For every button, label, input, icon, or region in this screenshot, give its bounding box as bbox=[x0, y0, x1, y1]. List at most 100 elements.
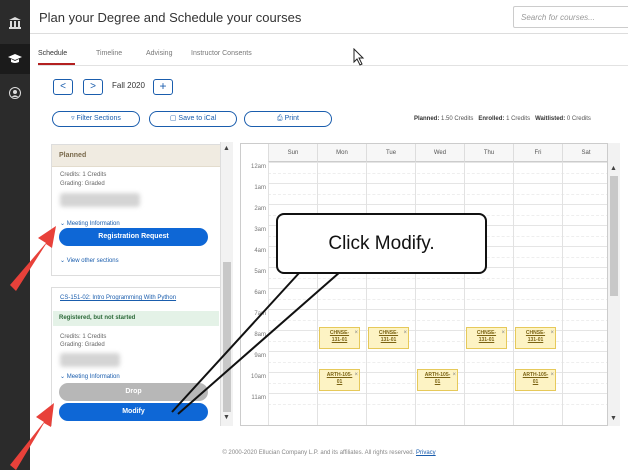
event-course-code: CHNSE- bbox=[476, 330, 497, 336]
scrollbar-thumb[interactable] bbox=[610, 176, 618, 296]
course-meeting-info-label: Meeting Information bbox=[66, 374, 120, 380]
redacted-info bbox=[60, 353, 120, 367]
calendar-event[interactable]: ARTH-105- 01 × bbox=[319, 369, 360, 391]
schedule-calendar: Sun Mon Tue Wed Thu Fri Sat 12am 1am 2am 3a… bbox=[240, 143, 608, 426]
event-section: 131-01 bbox=[331, 337, 348, 343]
tab-advising[interactable]: Advising bbox=[146, 50, 172, 57]
day-gridline bbox=[415, 162, 416, 425]
planned-credits-value: 1.50 Credits bbox=[441, 116, 474, 122]
scroll-up-arrow[interactable]: ▲ bbox=[223, 145, 230, 152]
hour-label: 8am bbox=[254, 332, 266, 338]
day-gridline bbox=[464, 162, 465, 425]
hour-label: 10am bbox=[250, 374, 266, 380]
scroll-up-arrow[interactable]: ▲ bbox=[610, 165, 617, 172]
registered-course-card: CS-151-02: Intro Programming With Python… bbox=[51, 287, 220, 426]
day-header-fri: Fri bbox=[513, 144, 562, 162]
half-hour-gridline bbox=[268, 298, 607, 300]
planned-credits-label: Planned: bbox=[414, 116, 440, 122]
planned-meeting-info-label: Meeting Information bbox=[66, 221, 120, 227]
event-section: 01 bbox=[532, 379, 539, 385]
registration-status: Registered, but not started bbox=[53, 311, 219, 326]
hour-gridline bbox=[268, 288, 607, 289]
event-course-code: CHNSE- bbox=[525, 330, 546, 336]
enrolled-credits-value: 1 Credits bbox=[506, 116, 531, 122]
left-nav-rail bbox=[0, 0, 30, 470]
view-other-sections-link[interactable]: ⌄ View other sections bbox=[60, 257, 119, 264]
enrolled-credits-label: Enrolled: bbox=[478, 116, 505, 122]
half-hour-gridline bbox=[268, 172, 607, 174]
graduation-cap-icon[interactable] bbox=[6, 50, 24, 68]
tab-timeline[interactable]: Timeline bbox=[96, 50, 122, 57]
scroll-down-arrow[interactable]: ▼ bbox=[223, 414, 230, 421]
print-label: Print bbox=[284, 115, 299, 122]
filter-icon: ▿ bbox=[71, 115, 75, 122]
chevron-down-icon: ⌄ bbox=[60, 221, 66, 227]
chevron-down-icon: ⌄ bbox=[60, 374, 66, 380]
calendar-event[interactable]: CHNSE- 131-01 × bbox=[319, 327, 360, 349]
page-header: Plan your Degree and Schedule your cours… bbox=[30, 0, 628, 34]
redacted-info bbox=[60, 193, 140, 207]
calendar-scrollbar[interactable]: ▲ ▼ bbox=[608, 143, 620, 426]
course-list-panel: Planned Credits: 1 Credits Grading: Grad… bbox=[49, 142, 221, 426]
remove-event-icon[interactable]: × bbox=[354, 372, 358, 379]
user-icon[interactable] bbox=[6, 84, 24, 102]
course-meeting-info-toggle[interactable]: ⌄ Meeting Information bbox=[60, 373, 120, 380]
privacy-link[interactable]: Privacy bbox=[416, 450, 436, 456]
page-footer: © 2000-2020 Ellucian Company L.P. and it… bbox=[30, 450, 628, 456]
hour-gridline bbox=[268, 351, 607, 352]
calendar-event[interactable]: CHNSE- 131-01 × bbox=[515, 327, 556, 349]
hour-gridline bbox=[268, 162, 607, 163]
remove-event-icon[interactable]: × bbox=[403, 330, 407, 337]
scrollbar-thumb[interactable] bbox=[223, 262, 231, 412]
remove-event-icon[interactable]: × bbox=[354, 330, 358, 337]
course-title-link[interactable]: CS-151-02: Intro Programming With Python bbox=[60, 295, 176, 301]
add-term-button[interactable]: + bbox=[153, 79, 173, 95]
hour-label: 5am bbox=[254, 269, 266, 275]
page-title: Plan your Degree and Schedule your cours… bbox=[39, 10, 302, 25]
event-section: 131-01 bbox=[380, 337, 397, 343]
hour-label: 3am bbox=[254, 227, 266, 233]
registration-request-button[interactable]: Registration Request bbox=[59, 228, 208, 246]
event-course-code: CHNSE- bbox=[378, 330, 399, 336]
hour-label: 12am bbox=[250, 164, 266, 170]
tab-schedule[interactable]: Schedule bbox=[38, 50, 67, 57]
tab-instructor-consents[interactable]: Instructor Consents bbox=[191, 50, 252, 57]
planned-meeting-info-toggle[interactable]: ⌄ Meeting Information bbox=[60, 220, 120, 227]
remove-event-icon[interactable]: × bbox=[501, 330, 505, 337]
hour-label: 9am bbox=[254, 353, 266, 359]
planned-status-header: Planned bbox=[52, 145, 220, 167]
day-header-thu: Thu bbox=[464, 144, 513, 162]
filter-sections-button[interactable]: ▿ Filter Sections bbox=[52, 111, 140, 127]
day-header-mon: Mon bbox=[317, 144, 366, 162]
calendar-event[interactable]: CHNSE- 131-01 × bbox=[368, 327, 409, 349]
drop-button[interactable]: Drop bbox=[59, 383, 208, 401]
day-header-tue: Tue bbox=[366, 144, 415, 162]
remove-event-icon[interactable]: × bbox=[452, 372, 456, 379]
calendar-event[interactable]: CHNSE- 131-01 × bbox=[466, 327, 507, 349]
calendar-event[interactable]: ARTH-105- 01 × bbox=[417, 369, 458, 391]
event-section: 01 bbox=[336, 379, 343, 385]
bank-icon[interactable] bbox=[6, 14, 24, 32]
scroll-down-arrow[interactable]: ▼ bbox=[610, 415, 617, 422]
prev-term-button[interactable]: < bbox=[53, 79, 73, 95]
modify-button[interactable]: Modify bbox=[59, 403, 208, 421]
hour-label: 7am bbox=[254, 311, 266, 317]
course-panel-scrollbar[interactable]: ▲ ▼ bbox=[221, 142, 233, 426]
print-button[interactable]: ⎙ Print bbox=[244, 111, 332, 127]
day-gridline bbox=[513, 162, 514, 425]
save-to-ical-button[interactable]: ▢ Save to iCal bbox=[149, 111, 237, 127]
next-term-button[interactable]: > bbox=[83, 79, 103, 95]
remove-event-icon[interactable]: × bbox=[550, 372, 554, 379]
event-course-code: CHNSE- bbox=[329, 330, 350, 336]
calendar-event[interactable]: ARTH-105- 01 × bbox=[515, 369, 556, 391]
term-label: Fall 2020 bbox=[112, 81, 145, 90]
filter-sections-label: Filter Sections bbox=[76, 115, 121, 122]
remove-event-icon[interactable]: × bbox=[550, 330, 554, 337]
course-grading: Grading: Graded bbox=[60, 342, 105, 348]
hour-label: 11am bbox=[251, 395, 266, 401]
half-hour-gridline bbox=[268, 193, 607, 195]
copyright-text: © 2000-2020 Ellucian Company L.P. and it… bbox=[222, 450, 415, 456]
planned-credits: Credits: 1 Credits bbox=[60, 172, 107, 178]
search-input[interactable]: Search for courses... ⚲ bbox=[513, 6, 628, 28]
hour-gridline bbox=[268, 183, 607, 184]
